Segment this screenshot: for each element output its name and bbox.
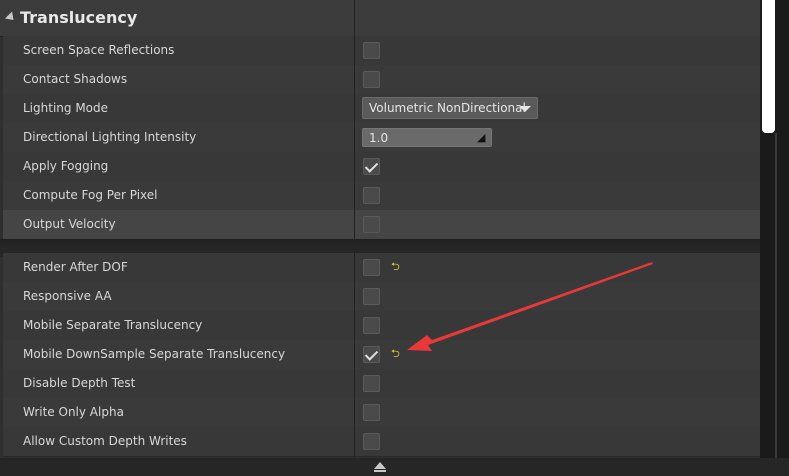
annotation-arrow (407, 262, 653, 351)
